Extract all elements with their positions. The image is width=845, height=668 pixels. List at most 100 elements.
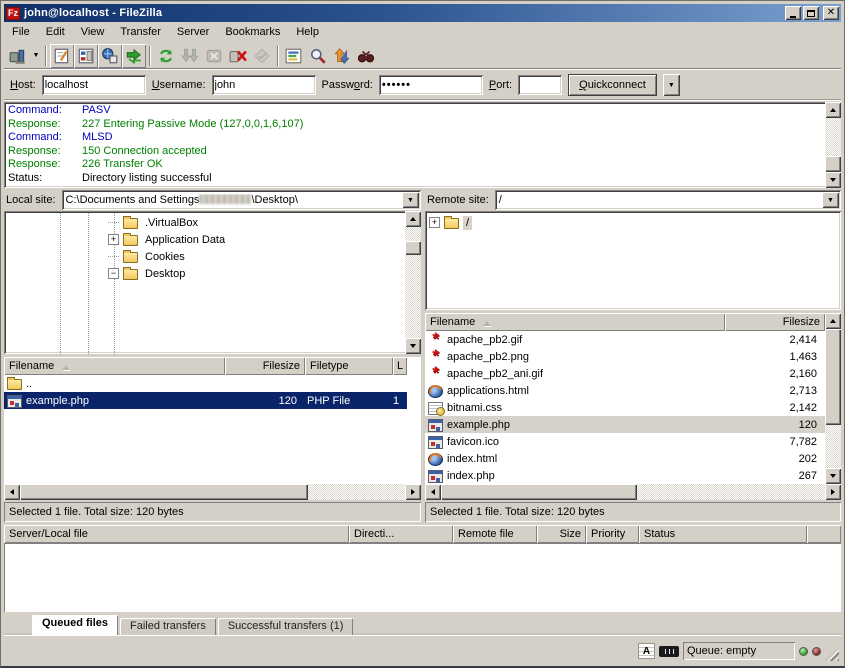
remote-hscrollbar[interactable] (425, 484, 841, 500)
column-header-filesize[interactable]: Filesize (725, 313, 825, 331)
scroll-track[interactable] (825, 425, 841, 468)
remote-path-combo[interactable]: / ▼ (495, 190, 841, 210)
scroll-thumb[interactable] (441, 484, 637, 500)
scroll-thumb[interactable] (20, 484, 308, 500)
column-header-filetype[interactable]: Filetype (305, 357, 393, 375)
scroll-track[interactable] (405, 255, 421, 338)
menu-item[interactable]: Bookmarks (217, 23, 288, 41)
file-row[interactable]: index.php 267 (425, 467, 825, 484)
site-manager-icon[interactable] (6, 44, 30, 68)
tree-expander[interactable] (108, 234, 119, 245)
file-row[interactable]: index.html 202 (425, 450, 825, 467)
scroll-track[interactable] (405, 227, 421, 241)
scroll-up-button[interactable] (825, 102, 841, 118)
menu-item[interactable]: Help (288, 23, 327, 41)
file-row[interactable]: favicon.ico 7,782 (425, 433, 825, 450)
scroll-down-button[interactable] (405, 338, 421, 354)
file-row[interactable]: apache_pb2_ani.gif 2,160 (425, 365, 825, 382)
toggle-transfer-queue-icon[interactable] (122, 44, 146, 68)
local-path-combo[interactable]: C:\Documents and Settings\Desktop\ ▼ (62, 190, 421, 210)
scroll-track[interactable] (637, 484, 825, 500)
scroll-left-button[interactable] (425, 484, 441, 500)
username-input[interactable] (212, 75, 316, 95)
speed-limit-icon[interactable] (659, 646, 679, 657)
toggle-local-tree-icon[interactable] (74, 44, 98, 68)
file-row[interactable]: bitnami.css 2,142 (425, 399, 825, 416)
menu-item[interactable]: Edit (38, 23, 73, 41)
minimize-button[interactable] (785, 6, 801, 20)
password-input[interactable] (379, 75, 483, 95)
queue-body[interactable] (4, 543, 841, 612)
column-header-filename[interactable]: Filename (4, 357, 225, 375)
port-input[interactable] (518, 75, 562, 95)
maximize-button[interactable] (803, 6, 819, 20)
column-header-status[interactable]: Status (639, 525, 807, 543)
cancel-operation-icon[interactable] (202, 44, 226, 68)
file-row[interactable]: .. (4, 375, 407, 392)
tree-expander[interactable] (108, 256, 119, 257)
tree-expander[interactable] (108, 222, 119, 223)
tab-queued-files[interactable]: Queued files (32, 615, 118, 635)
local-path-dropdown[interactable]: ▼ (402, 192, 419, 208)
scroll-up-button[interactable] (825, 313, 841, 329)
scroll-track[interactable] (825, 118, 841, 156)
column-header-remote-file[interactable]: Remote file (453, 525, 537, 543)
close-button[interactable]: ✕ (823, 6, 839, 20)
process-queue-icon[interactable] (178, 44, 202, 68)
scroll-thumb[interactable] (405, 241, 421, 255)
directory-filters-icon[interactable] (282, 44, 306, 68)
tree-expander[interactable] (429, 217, 440, 228)
host-input[interactable] (42, 75, 146, 95)
file-row[interactable]: apache_pb2.gif 2,414 (425, 331, 825, 348)
site-manager-dropdown[interactable]: ▼ (30, 45, 42, 67)
tree-item[interactable]: Application Data (4, 231, 405, 248)
resize-grip[interactable] (825, 647, 839, 661)
scroll-thumb[interactable] (825, 156, 841, 172)
reconnect-icon[interactable] (250, 44, 274, 68)
directory-comparison-icon[interactable] (306, 44, 330, 68)
scroll-down-button[interactable] (825, 468, 841, 484)
menu-item[interactable]: View (73, 23, 113, 41)
local-tree-scrollbar[interactable] (405, 211, 421, 354)
tree-item[interactable]: Desktop (4, 265, 405, 282)
quickconnect-button[interactable]: Quickconnect (568, 74, 657, 96)
menu-item[interactable]: File (4, 23, 38, 41)
scroll-down-button[interactable] (825, 172, 841, 188)
find-files-icon[interactable] (354, 44, 378, 68)
file-row[interactable]: apache_pb2.png 1,463 (425, 348, 825, 365)
refresh-icon[interactable] (154, 44, 178, 68)
log-scrollbar[interactable] (825, 102, 841, 188)
column-header-filename[interactable]: Filename (425, 313, 725, 331)
column-header-modified[interactable]: L (393, 357, 407, 375)
remote-vscrollbar[interactable] (825, 313, 841, 484)
file-row[interactable]: example.php 120 (425, 416, 825, 433)
remote-path-dropdown[interactable]: ▼ (822, 192, 839, 208)
scroll-up-button[interactable] (405, 211, 421, 227)
scroll-thumb[interactable] (825, 329, 841, 425)
local-hscrollbar[interactable] (4, 484, 421, 500)
scroll-right-button[interactable] (405, 484, 421, 500)
toggle-remote-tree-icon[interactable] (98, 44, 122, 68)
tab-successful-transfers[interactable]: Successful transfers (1) (218, 618, 354, 635)
column-header-direction[interactable]: Directi... (349, 525, 453, 543)
scroll-track[interactable] (308, 484, 405, 500)
synchronized-browsing-icon[interactable] (330, 44, 354, 68)
quickconnect-dropdown[interactable]: ▼ (663, 74, 680, 96)
column-header-filesize[interactable]: Filesize (225, 357, 305, 375)
datatype-indicator-icon[interactable]: A (638, 643, 655, 659)
file-row[interactable]: applications.html 2,713 (425, 382, 825, 399)
tree-item[interactable]: Cookies (4, 248, 405, 265)
disconnect-icon[interactable] (226, 44, 250, 68)
toggle-message-log-icon[interactable] (50, 44, 74, 68)
file-row[interactable]: example.php 120 PHP File 1 (4, 392, 407, 409)
scroll-left-button[interactable] (4, 484, 20, 500)
tab-failed-transfers[interactable]: Failed transfers (120, 618, 216, 635)
column-header-priority[interactable]: Priority (586, 525, 639, 543)
scroll-right-button[interactable] (825, 484, 841, 500)
column-header-size[interactable]: Size (537, 525, 586, 543)
menu-item[interactable]: Server (169, 23, 217, 41)
tree-item[interactable]: / (425, 214, 841, 231)
menu-item[interactable]: Transfer (112, 23, 169, 41)
tree-item[interactable]: .VirtualBox (4, 214, 405, 231)
tree-expander[interactable] (108, 268, 119, 279)
